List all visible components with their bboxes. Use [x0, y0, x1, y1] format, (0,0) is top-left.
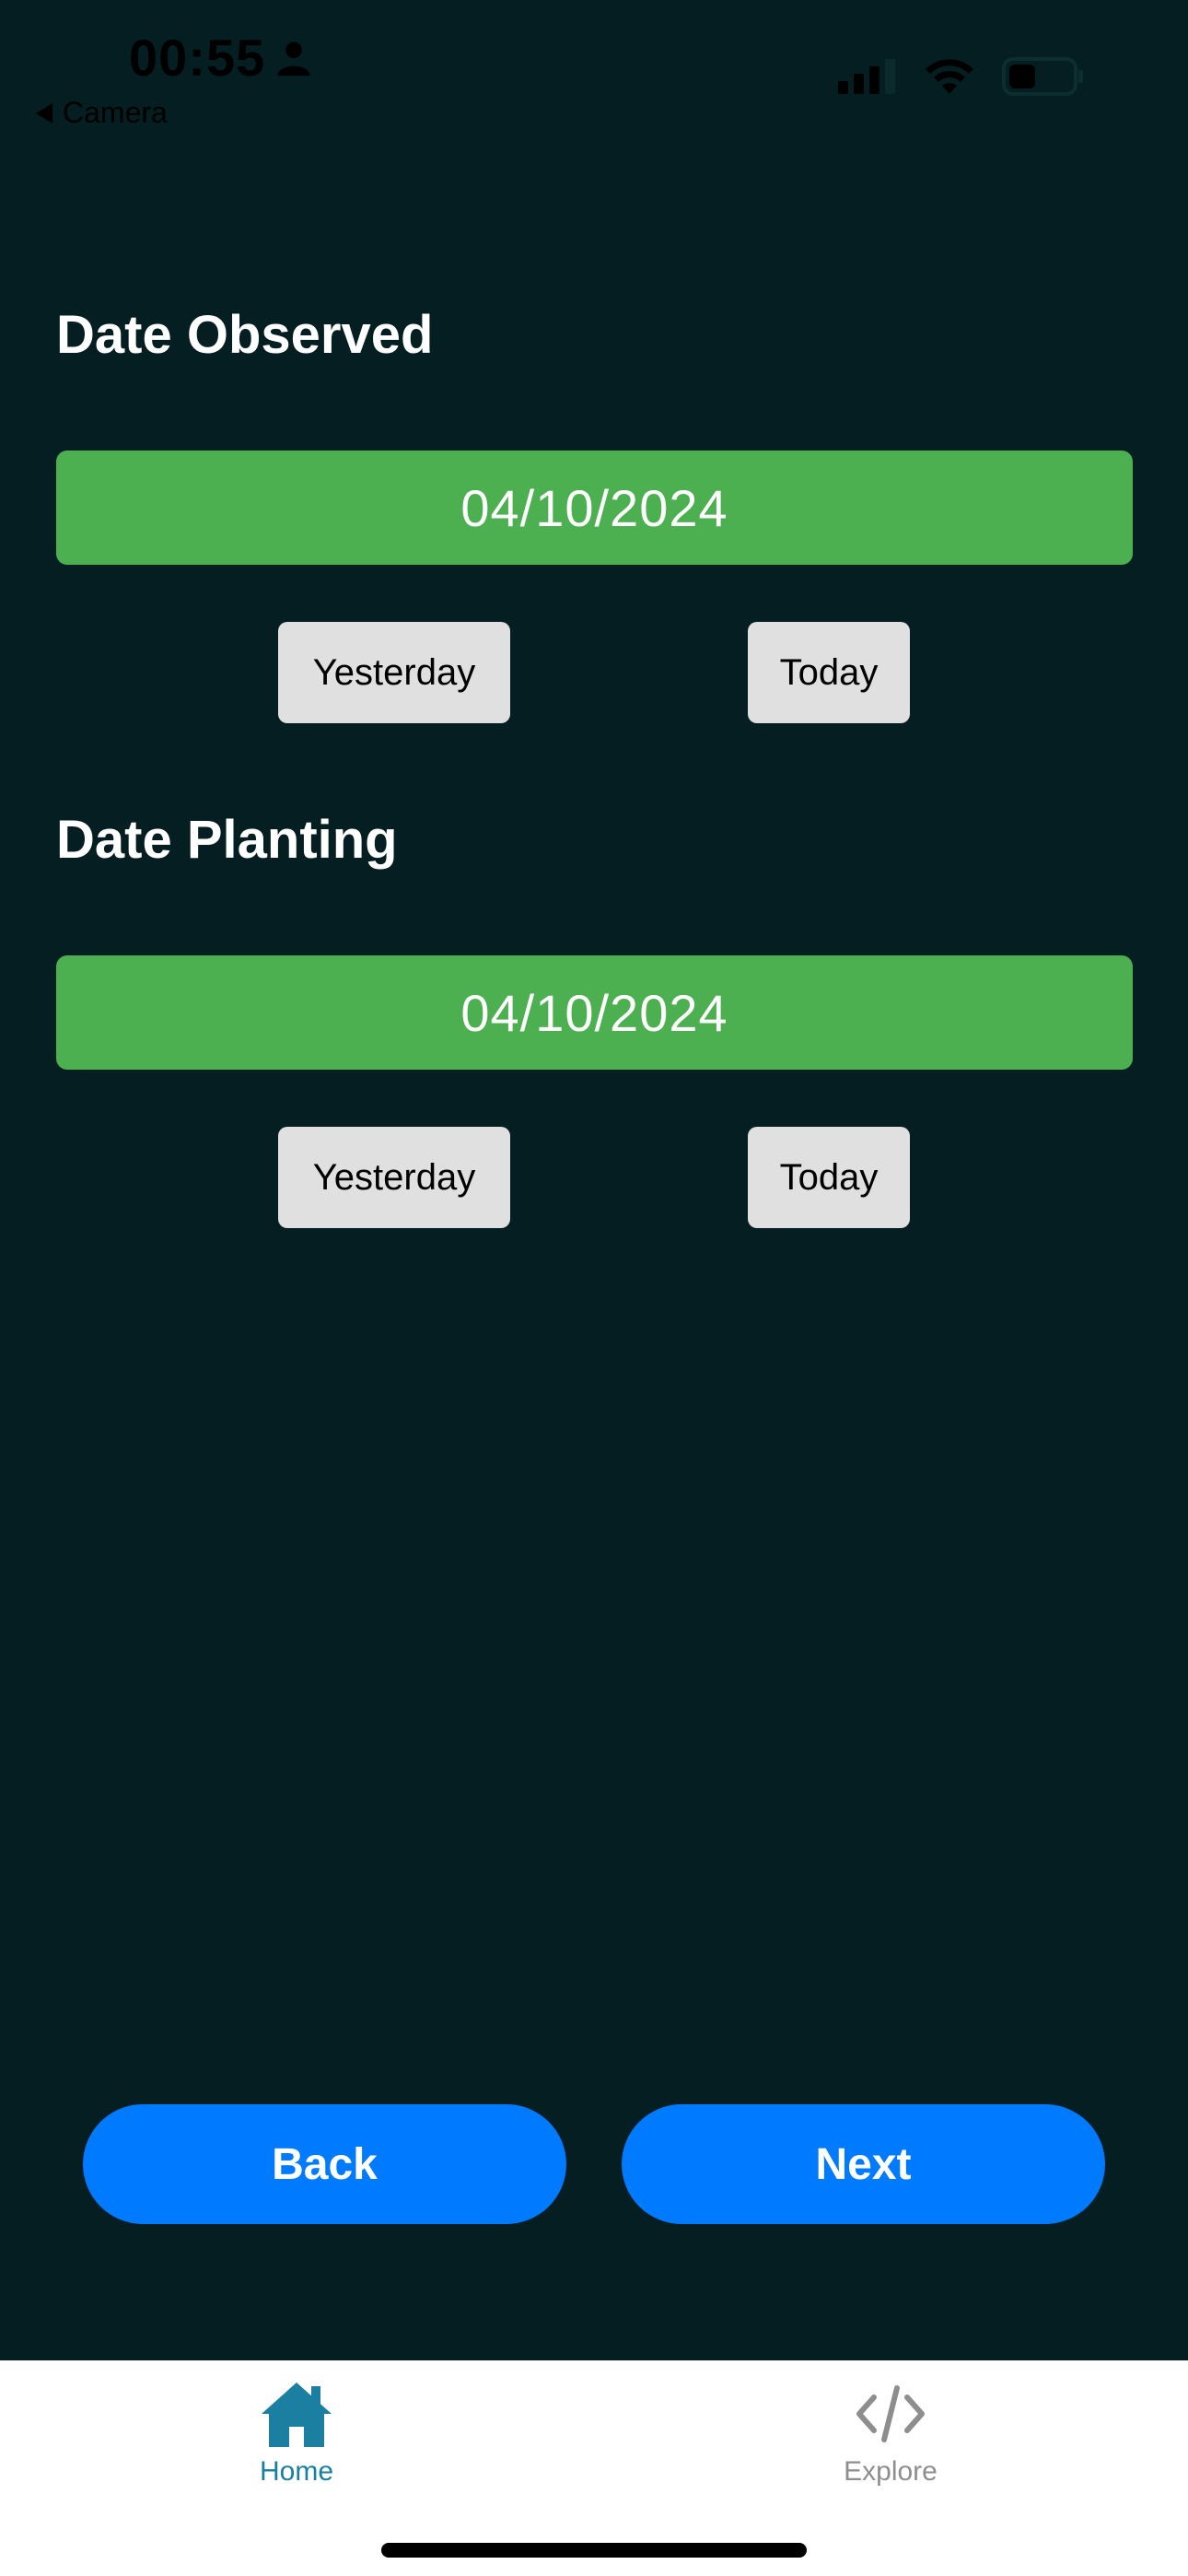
status-indicators: [838, 57, 1085, 96]
wifi-icon: [926, 59, 973, 94]
date-planting-picker[interactable]: 04/10/2024: [56, 955, 1133, 1070]
tab-explore[interactable]: Explore: [752, 2379, 1029, 2488]
code-icon: [856, 2385, 925, 2442]
date-planting-yesterday-button[interactable]: Yesterday: [278, 1127, 510, 1228]
next-button[interactable]: Next: [622, 2104, 1105, 2224]
back-to-app-link[interactable]: Camera: [35, 96, 168, 130]
battery-icon: [1002, 57, 1083, 96]
back-button[interactable]: Back: [83, 2104, 566, 2224]
date-observed-picker[interactable]: 04/10/2024: [56, 451, 1133, 565]
home-indicator[interactable]: [381, 2543, 807, 2558]
cellular-signal-icon: [838, 59, 895, 94]
date-planting-today-button[interactable]: Today: [748, 1127, 910, 1228]
status-clock: 00:55: [129, 28, 313, 88]
person-icon: [277, 41, 310, 76]
tab-home[interactable]: Home: [158, 2379, 435, 2488]
date-observed-yesterday-button[interactable]: Yesterday: [278, 622, 510, 723]
back-app-label: Camera: [63, 96, 168, 129]
tab-explore-label: Explore: [844, 2456, 938, 2487]
tab-home-label: Home: [259, 2456, 334, 2487]
date-observed-today-button[interactable]: Today: [748, 622, 910, 723]
date-planting-title: Date Planting: [56, 810, 398, 870]
back-triangle-icon: [35, 102, 53, 123]
app-screen: 00:55 Camera Date Observed 04/10/2024 Ye…: [0, 0, 1188, 2576]
home-icon: [262, 2383, 332, 2447]
date-observed-title: Date Observed: [56, 305, 434, 365]
status-time-text: 00:55: [129, 29, 266, 87]
